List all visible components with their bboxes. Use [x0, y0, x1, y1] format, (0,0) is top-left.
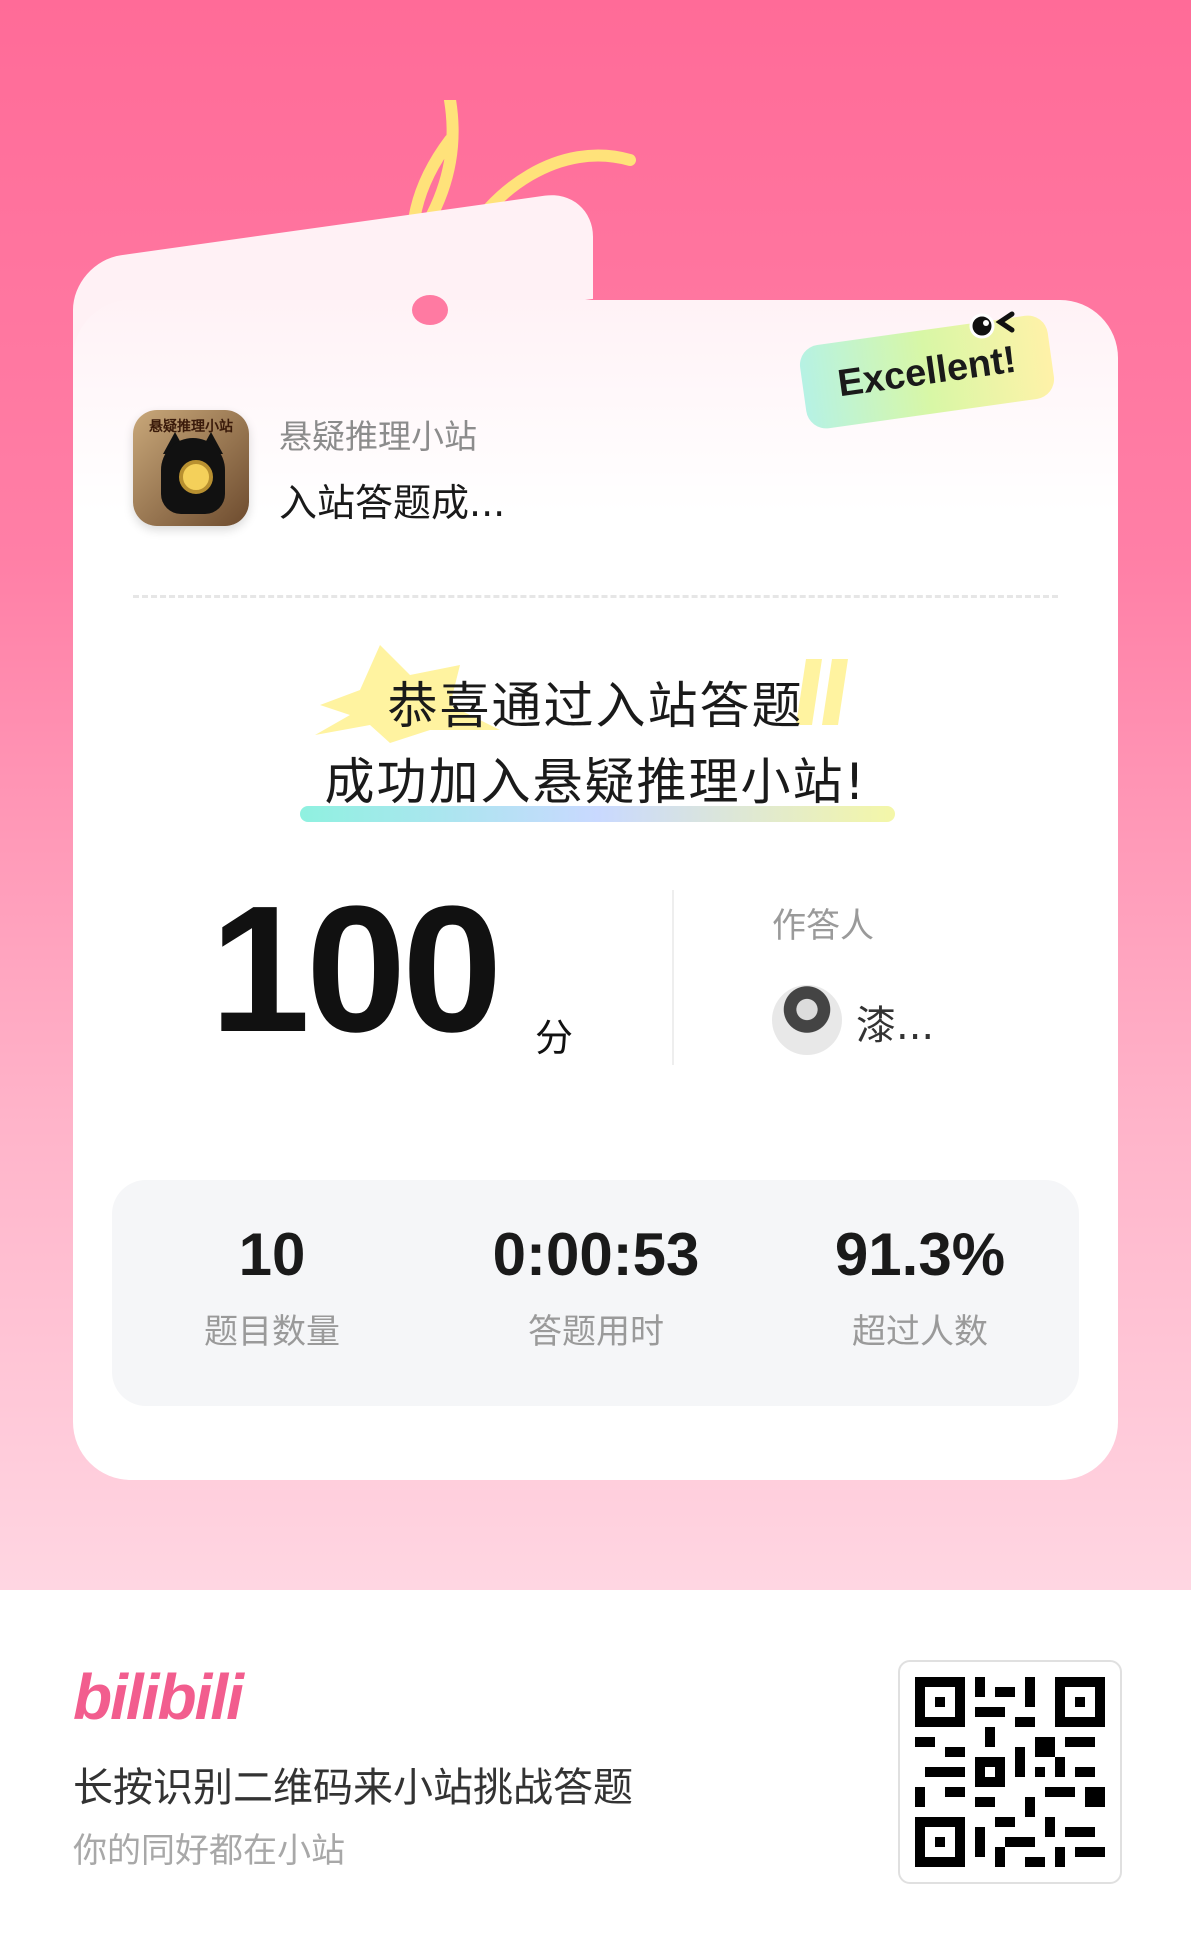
stats-panel: 10 题目数量 0:00:53 答题用时 91.3% 超过人数	[112, 1180, 1079, 1406]
stat-value: 0:00:53	[492, 1221, 700, 1288]
tag-hole	[412, 295, 448, 325]
footer-sub-text: 你的同好都在小站	[73, 1831, 345, 1871]
congrats-line-2: 成功加入悬疑推理小站!	[324, 753, 867, 811]
stat-label: 题目数量	[204, 1312, 340, 1352]
stat-label: 答题用时	[528, 1312, 664, 1352]
badge-eyes-icon	[969, 311, 1015, 339]
score-value: 100	[210, 869, 502, 1070]
qr-code-icon[interactable]	[898, 1660, 1122, 1884]
dashed-divider	[133, 595, 1058, 598]
app-cat-icon[interactable]: 悬疑推理小站	[133, 410, 249, 526]
bilibili-logo: bilibili	[73, 1661, 244, 1733]
footer-main-text: 长按识别二维码来小站挑战答题	[73, 1765, 633, 1811]
stat-time-used: 0:00:53 答题用时	[446, 1220, 746, 1353]
magnifier-eye	[179, 460, 213, 494]
score-unit: 分	[535, 1016, 574, 1060]
answerer-name[interactable]: 漆...	[856, 993, 934, 1051]
stat-value: 10	[238, 1221, 306, 1288]
stat-label: 超过人数	[852, 1312, 988, 1352]
answerer-label: 作答人	[772, 906, 874, 946]
congrats-line-1: 恭喜通过入站答题	[387, 677, 804, 735]
stat-question-count: 10 题目数量	[122, 1220, 422, 1353]
vertical-divider	[672, 890, 674, 1065]
avatar-icon[interactable]	[772, 985, 842, 1055]
app-subtitle: 入站答题成...	[279, 481, 506, 525]
congrats-block: 恭喜通过入站答题 成功加入悬疑推理小站!	[0, 670, 1191, 822]
stat-value: 91.3%	[834, 1221, 1006, 1288]
stat-percentile: 91.3% 超过人数	[770, 1220, 1070, 1353]
app-title: 悬疑推理小站	[279, 417, 477, 456]
